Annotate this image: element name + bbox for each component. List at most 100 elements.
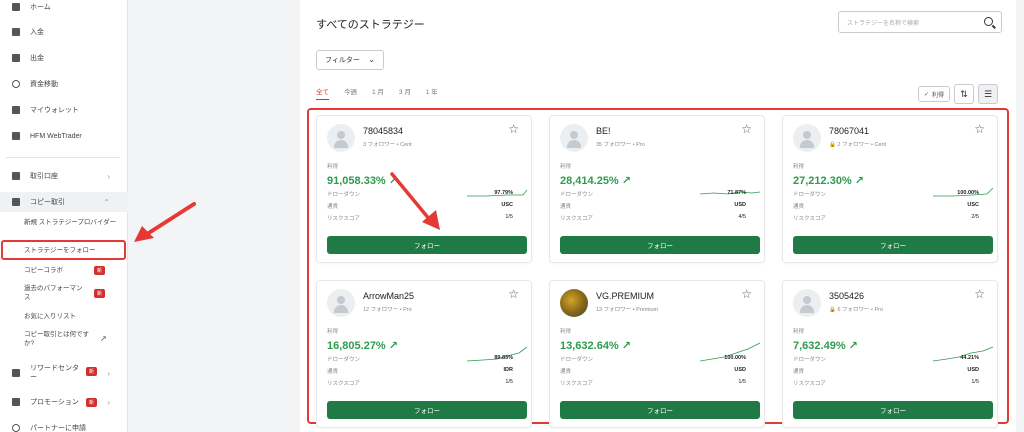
avatar [793,289,821,317]
promotion-icon [12,398,20,406]
follow-button[interactable]: フォロー [327,401,527,419]
drawdown-label: ドローダウン [560,357,594,363]
sidebar-item-trading-accounts[interactable]: 取引口座 › [0,166,128,186]
star-icon[interactable]: ☆ [974,287,985,301]
star-icon[interactable]: ☆ [974,122,985,136]
risk-label: リスクスコア [560,381,593,387]
sort-by-profit-button[interactable]: ✓ 利得 [918,86,951,102]
strategy-name[interactable]: ArrowMan25 [363,291,414,301]
strategy-card[interactable]: 78067041 🔒 2 フォロワー • Cent ☆ 利得 27,212.30… [782,115,998,263]
strategy-card[interactable]: BE! 35 フォロワー • Pro ☆ 利得 28,414.25% ↗ ドロー… [549,115,765,263]
avatar [327,289,355,317]
sidebar-item-home[interactable]: ホーム [0,0,128,17]
star-icon[interactable]: ☆ [508,287,519,301]
star-icon[interactable]: ☆ [741,122,752,136]
filter-dropdown[interactable]: フィルター ⌄ [316,50,384,70]
sidebar-item-wallet[interactable]: マイウォレット [0,100,128,120]
new-badge: 新 [94,266,106,275]
accounts-icon [12,172,20,180]
star-icon[interactable]: ☆ [741,287,752,301]
profit-label: 利得 [793,164,805,170]
tab-1-month[interactable]: 1 月 [372,86,384,100]
tab-all[interactable]: 全て [316,86,329,100]
sort-order-icon[interactable]: ⇅ [954,84,975,104]
sidebar-sub-new-provider[interactable]: 新規 ストラテジープロバイダー [24,218,120,227]
avatar [793,124,821,152]
sidebar-sub-past-performance[interactable]: 過去のパフォーマンス [24,284,88,302]
profit-label: 利得 [560,329,572,335]
drawdown-label: ドローダウン [793,192,827,198]
strategy-meta: 3 フォロワー • Cent [363,142,412,148]
trend-up-icon: ↗ [621,340,631,352]
sidebar-item-deposit[interactable]: 入金 [0,22,128,42]
drawdown-label: ドローダウン [327,357,361,363]
profit-label: 利得 [793,329,805,335]
risk-value: 1/5 [505,379,513,385]
risk-value: 1/5 [971,379,979,385]
strategy-name[interactable]: 3505426 [829,291,864,301]
chevron-right-icon: › [107,171,110,181]
profit-label: 利得 [327,329,339,335]
deposit-icon [12,28,20,36]
transfer-icon [12,80,20,88]
sidebar-item-copy-trading[interactable]: コピー取引 ⌃ [0,192,128,212]
follow-button[interactable]: フォロー [793,236,993,254]
sidebar-sub-favorites[interactable]: お気に入りリスト [24,312,120,321]
strategy-card[interactable]: ArrowMan25 12 フォロワー • Pro ☆ 利得 16,805.27… [316,280,532,428]
check-icon: ✓ [924,91,930,98]
new-badge: 新 [86,367,98,376]
copy-icon [12,198,20,206]
profit-value: 28,414.25% ↗ [560,175,631,187]
strategy-name[interactable]: 78067041 [829,126,869,136]
strategy-card[interactable]: VG.PREMIUM 13 フォロワー • Premium ☆ 利得 13,63… [549,280,765,428]
risk-label: リスクスコア [327,216,360,222]
chevron-up-icon: ⌃ [103,197,110,207]
trend-up-icon: ↗ [854,175,864,187]
sidebar-item-webtrader[interactable]: HFM WebTrader [0,126,128,146]
risk-label: リスクスコア [793,381,826,387]
search-input[interactable]: ストラテジーを名称で検索 [838,11,1002,33]
list-view-icon[interactable]: ☰ [978,84,999,104]
sidebar-item-withdraw[interactable]: 出金 [0,48,128,68]
star-icon[interactable]: ☆ [508,122,519,136]
sort-controls: ✓ 利得 ⇅ ☰ [918,84,999,104]
currency-label: 通貨 [560,204,572,210]
annotation-arrow [390,172,440,230]
sidebar-item-promotions[interactable]: プロモーション › [0,392,128,412]
drawdown-label: ドローダウン [560,192,594,198]
sidebar-sub-what-is-copy[interactable]: コピー取引とは何ですか? [24,330,92,348]
follow-button[interactable]: フォロー [327,236,527,254]
currency-label: 通貨 [327,369,339,375]
tab-1-year[interactable]: 1 年 [426,86,438,100]
tab-3-months[interactable]: 3 月 [399,86,411,100]
strategy-card[interactable]: 3505426 🔒 6 フォロワー • Pro ☆ 利得 7,632.49% ↗… [782,280,998,428]
drawdown-value: 97.79% [494,190,513,196]
trend-up-icon: ↗ [388,340,398,352]
home-icon [12,3,20,11]
follow-button[interactable]: フォロー [560,401,760,419]
follow-button[interactable]: フォロー [560,236,760,254]
sidebar-item-reward-center[interactable]: リワードセンター › [0,360,128,386]
profit-value: 16,805.27% ↗ [327,340,398,352]
search-icon[interactable] [984,17,993,26]
risk-label: リスクスコア [327,381,360,387]
currency-label: 通貨 [327,204,339,210]
withdraw-icon [12,54,20,62]
follow-button[interactable]: フォロー [793,401,993,419]
profit-label: 利得 [327,164,339,170]
period-tabs: 全て 今週 1 月 3 月 1 年 [316,86,438,100]
gift-icon [12,369,20,377]
strategy-name[interactable]: 78045834 [363,126,403,136]
tab-week[interactable]: 今週 [344,86,357,100]
search-placeholder: ストラテジーを名称で検索 [847,20,920,27]
divider [6,157,120,158]
partner-icon [12,424,20,432]
sidebar-item-partner[interactable]: パートナーに申請 [0,418,128,432]
profit-label: 利得 [560,164,572,170]
strategy-name[interactable]: VG.PREMIUM [596,291,654,301]
currency-label: 通貨 [560,369,572,375]
chart-icon [12,132,20,140]
sidebar-item-transfer[interactable]: 資金移動 [0,74,128,94]
sidebar-sub-copy-collab[interactable]: コピーコラボ [24,266,120,275]
strategy-name[interactable]: BE! [596,126,611,136]
